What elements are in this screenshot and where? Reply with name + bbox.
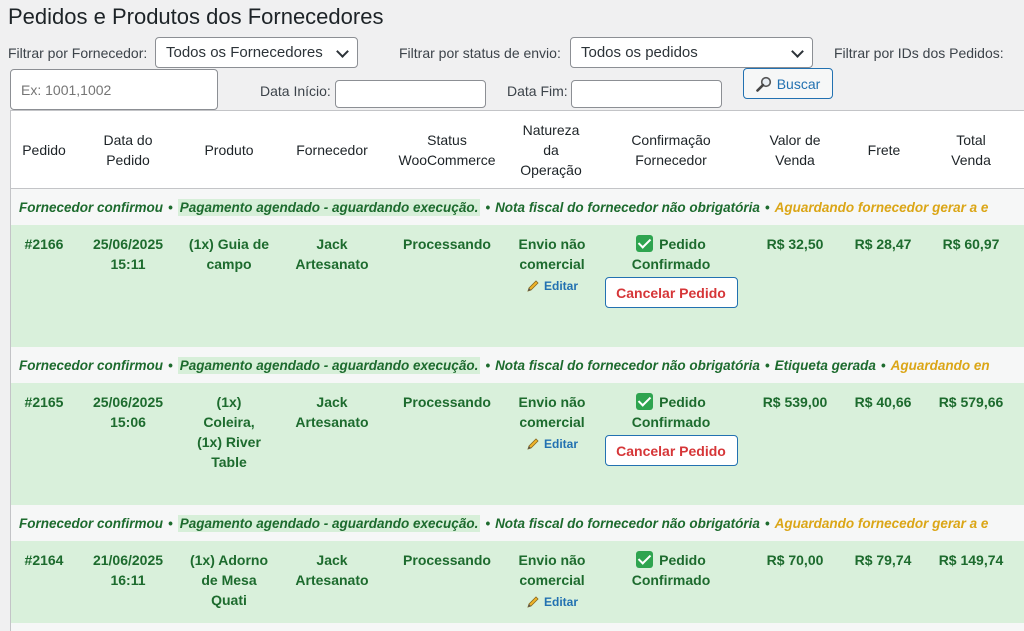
order-status-line: Fornecedor confirmou • Pagamento agendado…	[11, 505, 1024, 541]
order-total: R$ 60,97	[942, 236, 1000, 252]
col-header-pedido: Pedido	[22, 142, 66, 158]
order-wc-status: Processando	[403, 236, 491, 252]
status-filter-value: Todos os pedidos	[581, 44, 698, 61]
col-header-confirmacao: Confirmação Fornecedor	[631, 132, 711, 168]
order-date: 25/06/2025 15:06	[92, 394, 164, 430]
order-status-line: Fornecedor confirmou • Pagamento agendado…	[11, 347, 1024, 383]
order-nature: Envio não comercial Editar	[511, 234, 593, 296]
order-id: #2166	[24, 236, 64, 252]
order-status-line: Fornecedor confirmou • Pagamento agendado…	[11, 189, 1024, 225]
supplier-filter-label: Filtrar por Fornecedor:	[8, 45, 148, 61]
order-wc-status: Processando	[403, 394, 491, 410]
col-header-valor: Valor de Venda	[769, 132, 821, 168]
order-shipping: R$ 79,74	[854, 552, 912, 568]
start-date-input[interactable]	[335, 80, 486, 108]
start-date-label: Data Início:	[260, 83, 331, 99]
page-title: Pedidos e Produtos dos Fornecedores	[8, 4, 384, 29]
pencil-icon	[527, 280, 539, 292]
ids-filter-input[interactable]	[10, 69, 218, 110]
order-value: R$ 32,50	[766, 236, 824, 252]
search-button-label: Buscar	[776, 75, 821, 92]
order-value: R$ 539,00	[762, 394, 828, 410]
table-header: Pedido Data do Pedido Produto Fornecedor …	[11, 111, 1024, 189]
magnifier-icon	[755, 76, 771, 92]
col-header-total: Total Venda	[951, 132, 991, 168]
supplier-filter-value: Todos os Fornecedores	[166, 44, 323, 61]
order-date: 25/06/2025 15:11	[92, 236, 164, 272]
col-header-frete: Frete	[867, 142, 901, 158]
order-total: R$ 579,66	[938, 394, 1004, 410]
order-confirmation: Pedido Confirmado Cancelar Pedido	[604, 392, 738, 466]
pencil-icon	[527, 438, 539, 450]
order-id: #2164	[24, 552, 64, 568]
status-filter-select[interactable]: Todos os pedidos	[570, 37, 813, 68]
order-supplier: Jack Artesanato	[295, 236, 369, 272]
col-header-data: Data do Pedido	[103, 132, 153, 168]
order-nature: Envio não comercial Editar	[511, 392, 593, 454]
cancel-order-button[interactable]: Cancelar Pedido	[604, 277, 738, 308]
col-header-fornecedor: Fornecedor	[296, 142, 368, 158]
order-value: R$ 70,00	[766, 552, 824, 568]
edit-link[interactable]: Editar	[511, 434, 593, 454]
end-date-label: Data Fim:	[507, 83, 568, 99]
order-nature: Envio não comercial Editar	[511, 550, 593, 612]
search-button[interactable]: Buscar	[743, 68, 833, 99]
edit-link[interactable]: Editar	[511, 276, 593, 296]
order-date: 21/06/2025 16:11	[92, 552, 164, 588]
end-date-input[interactable]	[571, 80, 722, 108]
col-header-status: Status WooCommerce	[398, 132, 496, 168]
order-supplier: Jack Artesanato	[295, 552, 369, 588]
order-shipping: R$ 40,66	[854, 394, 912, 410]
order-product: (1x) Adorno de Mesa Quati	[189, 552, 269, 608]
cancel-order-button[interactable]: Cancelar Pedido	[604, 435, 738, 466]
col-header-natureza: Natureza da Operação	[520, 122, 582, 178]
status-filter-label: Filtrar por status de envio:	[399, 45, 561, 61]
orders-table: Pedido Data do Pedido Produto Fornecedor …	[10, 110, 1024, 631]
check-icon	[636, 235, 654, 252]
supplier-filter-select[interactable]: Todos os Fornecedores	[155, 37, 358, 68]
edit-link[interactable]: Editar	[511, 592, 593, 612]
table-row: #2164 21/06/2025 16:11 (1x) Adorno de Mesa…	[11, 541, 1024, 623]
order-wc-status: Processando	[403, 552, 491, 568]
chevron-down-icon	[782, 38, 812, 67]
check-icon	[636, 551, 654, 568]
table-row: #2165 25/06/2025 15:06 (1x) Coleira, (1x) R…	[11, 383, 1024, 505]
check-icon	[636, 393, 654, 410]
ids-filter-label: Filtrar por IDs dos Pedidos:	[834, 45, 1004, 61]
order-product: (1x) Guia de campo	[188, 236, 270, 272]
order-total: R$ 149,74	[938, 552, 1004, 568]
order-shipping: R$ 28,47	[854, 236, 912, 252]
order-product: (1x) Coleira, (1x) River Table	[197, 394, 261, 470]
table-row: #2166 25/06/2025 15:11 (1x) Guia de campo …	[11, 225, 1024, 347]
chevron-down-icon	[327, 38, 357, 67]
order-supplier: Jack Artesanato	[295, 394, 369, 430]
pencil-icon	[527, 596, 539, 608]
col-header-produto: Produto	[204, 142, 254, 158]
order-confirmation: Pedido Confirmado	[631, 551, 711, 588]
table-footer-strip	[11, 623, 1024, 631]
order-id: #2165	[24, 394, 64, 410]
order-confirmation: Pedido Confirmado Cancelar Pedido	[604, 234, 738, 308]
